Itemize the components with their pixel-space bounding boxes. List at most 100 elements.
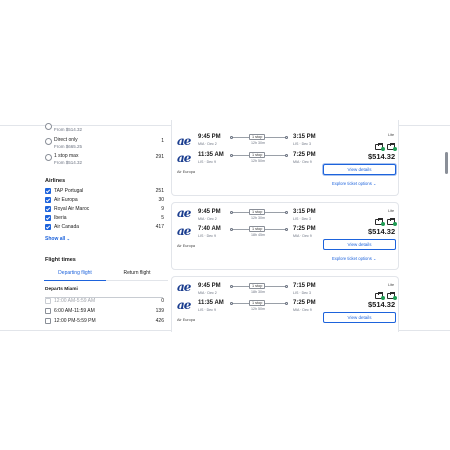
check-icon bbox=[381, 222, 385, 226]
check-icon bbox=[381, 147, 385, 151]
check-icon bbox=[393, 222, 397, 226]
radio-icon[interactable] bbox=[45, 123, 52, 130]
radio-icon[interactable] bbox=[45, 138, 52, 145]
time-slot-count: 0 bbox=[161, 298, 164, 304]
origin-dot bbox=[230, 136, 233, 139]
destination-dot bbox=[285, 302, 288, 305]
airline-name: Air Europa bbox=[177, 244, 195, 248]
departure-info: MIA · Dec 2 bbox=[198, 142, 217, 146]
flight-times-heading: Flight times bbox=[45, 257, 76, 263]
airline-logo: ae bbox=[177, 298, 191, 312]
arrival-time: 7:15 PM bbox=[293, 283, 316, 289]
tab-departing-flight[interactable]: Departing flight bbox=[44, 268, 106, 281]
departure-time: 11:35 AM bbox=[198, 300, 224, 306]
chevron-down-icon: ⌄ bbox=[372, 181, 377, 186]
checkbox-icon[interactable] bbox=[45, 188, 51, 194]
arrival-info: LIS · Dec 3 bbox=[293, 291, 311, 295]
explore-ticket-options-link[interactable]: Explore ticket options ⌄ bbox=[332, 256, 377, 261]
departure-time: 11:35 AM bbox=[198, 152, 224, 158]
price: $514.32 bbox=[368, 300, 396, 309]
chevron-down-icon: ⌄ bbox=[372, 256, 377, 261]
departure-info: MIA · Dec 2 bbox=[198, 291, 217, 295]
time-slot-label: 12:00 PM-5:59 PM bbox=[54, 318, 96, 324]
airline-filter-label: TAP Portugal bbox=[54, 188, 84, 194]
airline-filter-count: 251 bbox=[155, 188, 164, 194]
airline-filter-count: 9 bbox=[161, 206, 164, 212]
origin-dot bbox=[230, 285, 233, 288]
checkbox-icon[interactable] bbox=[45, 215, 51, 221]
airline-filter-label: Air Canada bbox=[54, 224, 80, 230]
departure-time: 7:40 AM bbox=[198, 226, 221, 232]
arrival-time: 3:15 PM bbox=[293, 209, 316, 215]
stop-option-price: From $665.25 bbox=[54, 144, 83, 149]
flight-result-card[interactable]: ae 9:45 PM MIA · Dec 2 1 stop 12h 30m 3:… bbox=[171, 120, 399, 196]
view-details-button[interactable]: View details bbox=[323, 239, 396, 250]
filter-sidebar: From $514.32 Direct only From $665.25 1 … bbox=[44, 123, 168, 330]
tab-return-flight[interactable]: Return flight bbox=[106, 268, 168, 281]
departure-time: 9:45 PM bbox=[198, 209, 221, 215]
check-icon bbox=[393, 147, 397, 151]
arrival-info: MIA · Dec 9 bbox=[293, 234, 312, 238]
view-details-button[interactable]: View details bbox=[323, 164, 396, 175]
flight-times-tabs: Departing flight Return flight bbox=[44, 268, 168, 281]
radio-icon[interactable] bbox=[45, 154, 52, 161]
flight-result-card[interactable]: ae 9:45 PM MIA · Dec 2 1 stop 18h 30m 7:… bbox=[171, 276, 399, 332]
fare-type: Lite bbox=[388, 209, 395, 213]
airline-name: Air Europa bbox=[177, 318, 195, 322]
checkbox-icon[interactable] bbox=[45, 298, 51, 304]
airline-logo: ae bbox=[177, 151, 191, 165]
checkbox-icon[interactable] bbox=[45, 206, 51, 212]
chevron-down-icon: ⌄ bbox=[66, 236, 71, 241]
origin-dot bbox=[230, 211, 233, 214]
checkbox-icon[interactable] bbox=[45, 308, 51, 314]
show-all-airlines-link[interactable]: Show all ⌄ bbox=[45, 236, 70, 242]
departure-time: 9:45 PM bbox=[198, 134, 221, 140]
airline-logo: ae bbox=[177, 134, 191, 148]
airline-logo: ae bbox=[177, 280, 191, 294]
airline-filter-count: 5 bbox=[161, 215, 164, 221]
stop-option-count: 291 bbox=[155, 154, 164, 160]
flight-result-card[interactable]: ae 9:45 PM MIA · Dec 2 1 stop 12h 30m 3:… bbox=[171, 202, 399, 270]
checkbox-icon[interactable] bbox=[45, 197, 51, 203]
arrival-info: MIA · Dec 9 bbox=[293, 308, 312, 312]
airline-logo: ae bbox=[177, 224, 191, 238]
departs-label: Departs Miami bbox=[45, 287, 78, 292]
flight-duration: 12h 30m bbox=[251, 216, 265, 220]
airline-filter-label: Royal Air Maroc bbox=[54, 206, 90, 212]
airline-filter-label: Air Europa bbox=[54, 197, 78, 203]
departure-info: LIS · Dec 9 bbox=[198, 308, 216, 312]
flight-duration: 12h 50m bbox=[251, 159, 265, 163]
flight-duration: 12h 30m bbox=[251, 141, 265, 145]
explore-label: Explore ticket options bbox=[332, 181, 372, 186]
destination-dot bbox=[285, 211, 288, 214]
stop-option-count: 1 bbox=[161, 138, 164, 144]
show-all-label: Show all bbox=[45, 236, 66, 242]
destination-dot bbox=[285, 228, 288, 231]
airline-filter-count: 417 bbox=[155, 224, 164, 230]
stops-badge: 1 stop bbox=[249, 134, 266, 140]
airline-name: Air Europa bbox=[177, 170, 195, 174]
flight-duration: 18h 45m bbox=[251, 233, 265, 237]
view-details-button[interactable]: View details bbox=[323, 312, 396, 323]
fare-type: Lite bbox=[388, 133, 395, 137]
checkbox-icon[interactable] bbox=[45, 318, 51, 324]
time-slot-count: 426 bbox=[155, 318, 164, 324]
arrival-info: MIA · Dec 9 bbox=[293, 160, 312, 164]
scrollbar-thumb[interactable] bbox=[445, 152, 448, 174]
stop-option-label: 1 stop max bbox=[54, 153, 79, 159]
airlines-heading: Airlines bbox=[45, 178, 66, 184]
origin-dot bbox=[230, 228, 233, 231]
destination-dot bbox=[285, 285, 288, 288]
arrival-info: LIS · Dec 3 bbox=[293, 142, 311, 146]
departure-info: LIS · Dec 9 bbox=[198, 234, 216, 238]
arrival-time: 7:25 PM bbox=[293, 300, 316, 306]
origin-dot bbox=[230, 302, 233, 305]
app-window: From $514.32 Direct only From $665.25 1 … bbox=[0, 0, 450, 450]
checkbox-icon[interactable] bbox=[45, 224, 51, 230]
price: $514.32 bbox=[368, 227, 396, 236]
explore-label: Explore ticket options bbox=[332, 256, 372, 261]
airline-logo: ae bbox=[177, 206, 191, 220]
explore-ticket-options-link[interactable]: Explore ticket options ⌄ bbox=[332, 181, 377, 186]
origin-dot bbox=[230, 154, 233, 157]
departure-time: 9:45 PM bbox=[198, 283, 221, 289]
